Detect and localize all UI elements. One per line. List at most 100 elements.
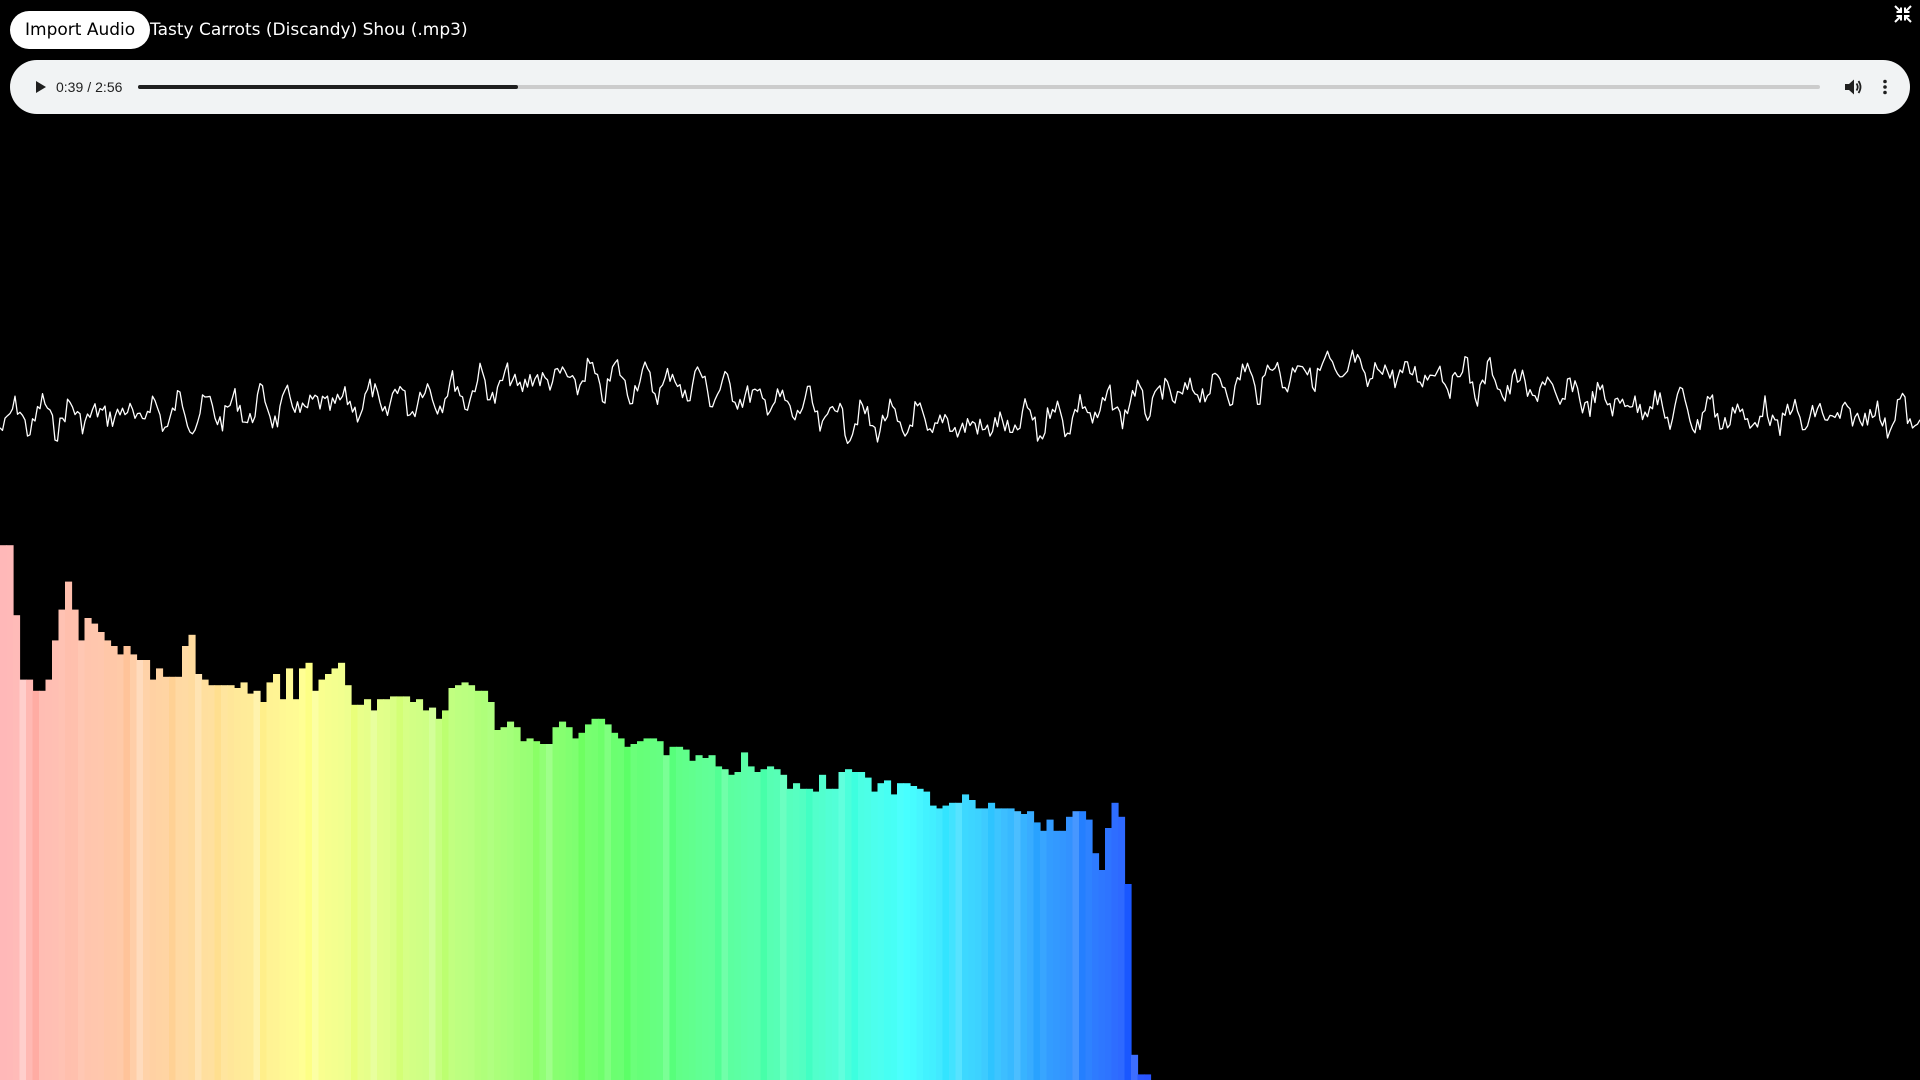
spectrum-bar [734, 772, 742, 1080]
spectrum-bar [546, 744, 554, 1080]
spectrum-bar [786, 788, 794, 1080]
spectrum-bar [221, 685, 229, 1080]
spectrum-bar [13, 615, 21, 1080]
spectrum-bar [123, 646, 131, 1080]
more-options-icon[interactable] [1873, 75, 1897, 99]
spectrum-bar [643, 738, 651, 1080]
spectrum-bar [585, 724, 593, 1080]
import-audio-button[interactable]: Import Audio [10, 11, 151, 49]
spectrum-bar [617, 738, 625, 1080]
spectrum-bar [338, 662, 346, 1080]
spectrum-bar [247, 693, 255, 1080]
spectrum-bar [520, 741, 528, 1080]
spectrum-bar [273, 674, 281, 1080]
spectrum-bar [637, 741, 645, 1080]
spectrum-bar [1014, 811, 1022, 1080]
spectrum-bar [494, 730, 502, 1080]
spectrum-bar [747, 766, 755, 1080]
spectrum-bar [663, 755, 671, 1080]
spectrum-bar [474, 690, 482, 1080]
spectrum-bar [396, 696, 404, 1080]
spectrum-bar [708, 755, 716, 1080]
spectrum-bar [71, 609, 79, 1080]
spectrum-bar [923, 791, 931, 1080]
spectrum-bar [838, 772, 846, 1080]
spectrum-bar [702, 758, 710, 1080]
spectrum-bar [305, 662, 313, 1080]
duration: 2:56 [95, 79, 123, 95]
spectrum-bar [162, 676, 170, 1080]
seek-bar[interactable] [138, 85, 1820, 89]
spectrum-bar [578, 732, 586, 1080]
spectrum-bar [208, 685, 216, 1080]
spectrum-bar [331, 668, 339, 1080]
spectrum-bar [279, 699, 287, 1080]
spectrum-bar [721, 769, 729, 1080]
spectrum-bar [91, 623, 99, 1080]
spectrum-bar [825, 788, 833, 1080]
spectrum-bar [669, 746, 677, 1080]
spectrum-bar [1111, 802, 1119, 1080]
spectrum-bar [877, 783, 885, 1080]
spectrum-bar [630, 744, 638, 1080]
spectrum-bar [871, 791, 879, 1080]
spectrum-bar [1124, 884, 1132, 1080]
exit-fullscreen-icon[interactable] [1894, 5, 1912, 23]
spectrum-bar [253, 690, 261, 1080]
spectrum-bar [955, 802, 963, 1080]
spectrum-bar [19, 679, 27, 1080]
volume-icon[interactable] [1841, 75, 1865, 99]
spectrum-bar [981, 808, 989, 1080]
spectrum-bar [455, 685, 463, 1080]
spectrum-bar [416, 699, 424, 1080]
spectrum-bar [676, 746, 684, 1080]
spectrum-bar [533, 741, 541, 1080]
spectrum-bar [442, 710, 450, 1080]
spectrum-bar [760, 769, 768, 1080]
spectrum-bar [312, 690, 320, 1080]
spectrum-bar [130, 654, 138, 1080]
spectrum-bar [409, 702, 417, 1080]
audio-visualizer [0, 349, 1920, 1080]
play-icon[interactable] [28, 75, 52, 99]
spectrum-bar [994, 808, 1002, 1080]
spectrum-bar [689, 760, 697, 1080]
spectrum-bar [240, 682, 248, 1080]
spectrum-bar [169, 676, 177, 1080]
spectrum-bar [201, 679, 209, 1080]
spectrum-bar [318, 679, 326, 1080]
spectrum-bar [552, 727, 560, 1080]
spectrum-bar [806, 788, 814, 1080]
spectrum-bar [910, 786, 918, 1080]
spectrum-bar [741, 752, 749, 1080]
spectrum-bar [390, 696, 398, 1080]
spectrum-bar [214, 685, 222, 1080]
spectrum-bar [604, 724, 612, 1080]
spectrum-bar [1046, 819, 1054, 1080]
spectrum-bar [364, 699, 372, 1080]
spectrum-bar [598, 718, 606, 1080]
spectrum-bar [403, 696, 411, 1080]
spectrum-bar [968, 800, 976, 1080]
spectrum-bar [793, 783, 801, 1080]
spectrum-bar [383, 699, 391, 1080]
spectrum-bar [1066, 816, 1074, 1080]
spectrum-bar [851, 772, 859, 1080]
spectrum-bar [0, 545, 8, 1080]
spectrum-bar [370, 710, 378, 1080]
spectrum-bar [195, 674, 203, 1080]
spectrum-bar [799, 788, 807, 1080]
spectrum-bar [481, 690, 489, 1080]
spectrum-bar [422, 710, 430, 1080]
spectrum-bar [1131, 1054, 1139, 1080]
spectrum-bar [377, 699, 385, 1080]
spectrum-bar [286, 668, 294, 1080]
spectrum-bar [117, 654, 125, 1080]
spectrum-bar [487, 702, 495, 1080]
spectrum-bar [227, 685, 235, 1080]
spectrum-bar [1053, 830, 1061, 1080]
spectrum-bar [1137, 1074, 1145, 1080]
spectrum-bar [429, 707, 437, 1080]
spectrum-bar [52, 640, 60, 1080]
spectrum-bar [143, 660, 151, 1080]
